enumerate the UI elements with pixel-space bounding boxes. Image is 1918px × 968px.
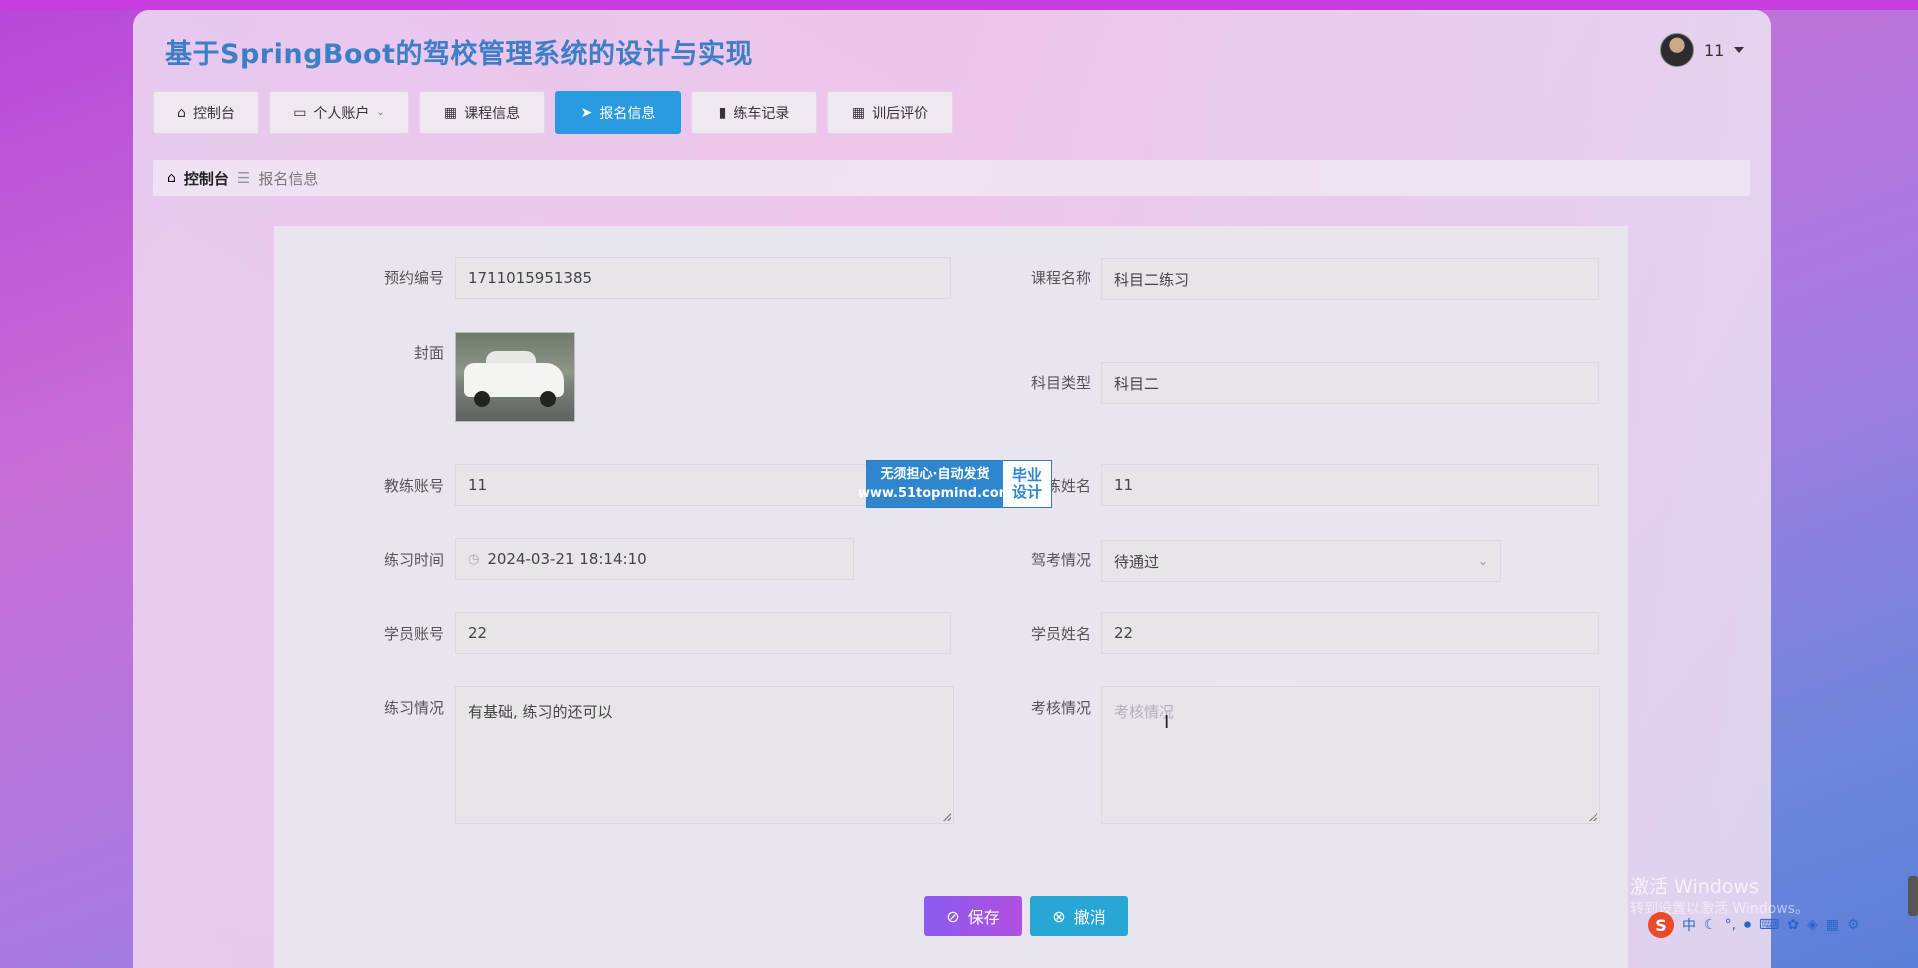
watermark-line1: 无须担心·自动发货 — [880, 467, 990, 482]
practice-time-field[interactable]: ◷ 2024-03-21 18:14:10 — [455, 538, 854, 580]
gear-icon[interactable]: ⚙ — [1847, 917, 1860, 933]
close-circle-icon: ⊗ — [1052, 906, 1066, 926]
punctuation-icon[interactable]: °, — [1725, 917, 1736, 933]
breadcrumb: ⌂ 控制台 ☰ 报名信息 — [153, 160, 1750, 196]
cancel-label: 撤消 — [1073, 908, 1106, 927]
student-name-field[interactable]: 22 — [1101, 612, 1599, 654]
top-strip — [0, 0, 1918, 10]
cover-image[interactable] — [455, 332, 575, 422]
watermark-badge2: 设计 — [1011, 483, 1042, 501]
ime-toolbar: S 中 ☾ °, ⏺ ⌨ ✿ ◈ ▦ ⚙ — [1648, 908, 1860, 942]
chevron-down-icon: ⌄ — [1477, 554, 1488, 568]
caret-down-icon[interactable] — [1734, 47, 1745, 53]
chevron-down-icon: ⌄ — [376, 106, 385, 118]
nav-account[interactable]: ▭ 个人账户 ⌄ — [269, 91, 409, 134]
send-icon: ➤ — [580, 104, 593, 121]
label-practice-status: 练习情况 — [383, 699, 444, 717]
breadcrumb-home[interactable]: 控制台 — [184, 168, 229, 189]
gamepad-icon[interactable]: ◈ — [1807, 917, 1818, 933]
label-practice-time: 练习时间 — [383, 551, 444, 569]
label-coach-account: 教练账号 — [383, 477, 444, 495]
course-name-field[interactable]: 科目二练习 — [1101, 258, 1599, 300]
breadcrumb-current: 报名信息 — [258, 169, 319, 188]
grid-icon: ▦ — [851, 104, 866, 121]
user-menu[interactable]: 11 — [1660, 33, 1745, 67]
watermark-badge1: 毕业 — [1011, 466, 1042, 484]
clock-icon: ◷ — [468, 551, 480, 567]
nav-enrollment[interactable]: ➤ 报名信息 — [555, 91, 681, 134]
booking-no-field[interactable]: 1711015951385 — [455, 257, 951, 299]
label-assessment: 考核情况 — [1030, 699, 1091, 717]
nav-label: 报名信息 — [599, 105, 656, 122]
resize-grip-icon[interactable] — [943, 813, 951, 821]
save-button[interactable]: ⊘ 保存 — [924, 896, 1022, 936]
sogou-ime-icon[interactable]: S — [1648, 912, 1674, 938]
nav-courses[interactable]: ▦ 课程信息 — [419, 91, 545, 134]
check-circle-icon: ⊘ — [946, 906, 960, 926]
watermark-badge: 无须担心·自动发货 www.51topmind.com 毕业 设计 — [858, 460, 1052, 508]
label-subject-type: 科目类型 — [1030, 374, 1091, 392]
label-student-name: 学员姓名 — [1030, 625, 1091, 643]
bar-chart-icon: ▮ — [718, 104, 727, 121]
user-name[interactable]: 11 — [1704, 41, 1724, 60]
coach-name-field[interactable]: 11 — [1101, 464, 1599, 506]
app-title: 基于SpringBoot的驾校管理系统的设计与实现 — [165, 39, 753, 70]
label-student-account: 学员账号 — [383, 625, 444, 643]
skin-icon[interactable]: ✿ — [1787, 917, 1799, 933]
subject-type-field[interactable]: 科目二 — [1101, 362, 1599, 404]
keyboard-icon[interactable]: ⌨ — [1759, 917, 1779, 933]
cancel-button[interactable]: ⊗ 撤消 — [1030, 896, 1128, 936]
label-course-name: 课程名称 — [1030, 269, 1091, 287]
student-account-field[interactable]: 22 — [455, 612, 951, 654]
windows-activation-notice: 激活 Windows — [1630, 876, 1759, 898]
watermark-line2: www.51topmind.com — [857, 486, 1013, 501]
exam-status-select[interactable]: 待通过 ⌄ — [1101, 540, 1501, 582]
wallet-icon: ▭ — [293, 104, 307, 121]
grid-icon[interactable]: ▦ — [1826, 917, 1839, 933]
nav-label: 练车记录 — [733, 105, 790, 122]
nav-label: 个人账户 — [313, 105, 370, 122]
practice-time-value: 2024-03-21 18:14:10 — [487, 550, 647, 568]
nav-label: 控制台 — [192, 105, 235, 122]
practice-status-textarea[interactable]: 有基础, 练习的还可以 — [455, 686, 954, 824]
nav-dashboard[interactable]: ⌂ 控制台 — [153, 91, 259, 134]
home-icon: ⌂ — [167, 170, 176, 186]
exam-status-value: 待通过 — [1114, 552, 1160, 571]
practice-status-value: 有基础, 练习的还可以 — [468, 703, 613, 721]
microphone-icon[interactable]: ⏺ — [1744, 917, 1751, 933]
avatar[interactable] — [1660, 33, 1694, 67]
label-exam-status: 驾考情况 — [1030, 551, 1091, 569]
nav-label: 训后评价 — [872, 105, 929, 122]
text-cursor-icon: I — [1164, 712, 1170, 733]
assessment-textarea[interactable]: 考核情况 — [1101, 686, 1600, 824]
nav-practice-records[interactable]: ▮ 练车记录 — [691, 91, 817, 134]
grid-icon: ▦ — [443, 104, 458, 121]
ime-mode[interactable]: 中 — [1682, 915, 1696, 935]
top-nav: ⌂ 控制台 ▭ 个人账户 ⌄ ▦ 课程信息 ➤ 报名信息 ▮ 练车记录 ▦ 训后… — [153, 91, 953, 134]
resize-grip-icon[interactable] — [1589, 813, 1597, 821]
nav-evaluation[interactable]: ▦ 训后评价 — [827, 91, 953, 134]
breadcrumb-separator: ☰ — [236, 169, 251, 187]
label-booking-no: 预约编号 — [383, 269, 444, 287]
moon-icon[interactable]: ☾ — [1704, 917, 1717, 933]
home-icon: ⌂ — [177, 104, 186, 121]
save-label: 保存 — [967, 908, 1000, 927]
scrollbar[interactable] — [1908, 876, 1918, 916]
label-cover: 封面 — [413, 344, 444, 362]
nav-label: 课程信息 — [464, 105, 521, 122]
